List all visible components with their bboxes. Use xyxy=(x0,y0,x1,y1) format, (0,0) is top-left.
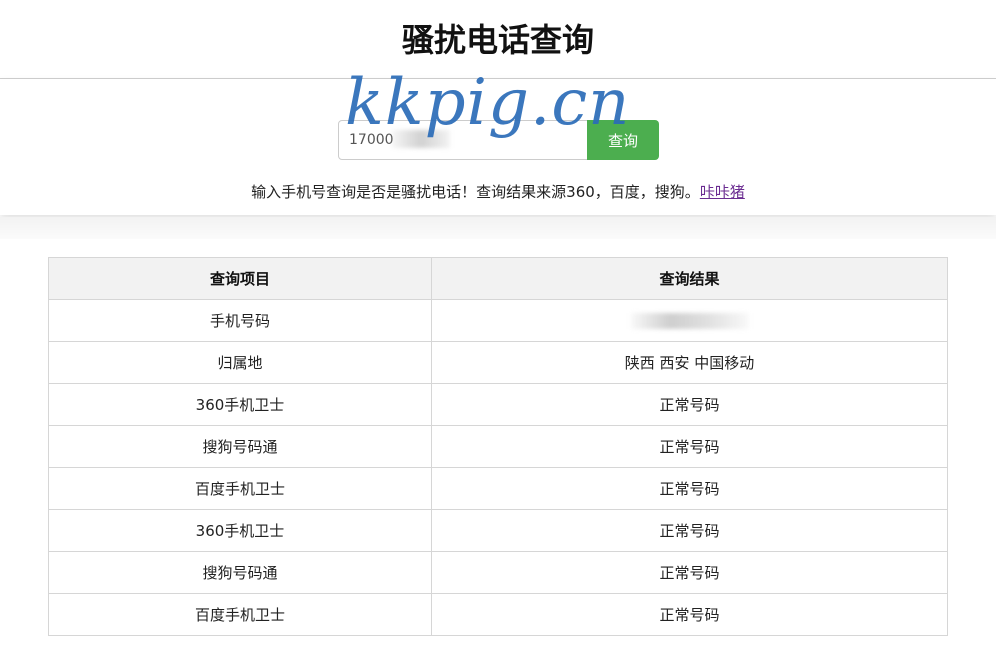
table-row: 百度手机卫士 正常号码 xyxy=(48,467,948,510)
hint-link[interactable]: 咔咔猪 xyxy=(700,183,745,201)
table-row: 360手机卫士 正常号码 xyxy=(48,383,948,426)
header-result: 查询结果 xyxy=(431,257,948,300)
row-result: 陕西 西安 中国移动 xyxy=(431,341,948,384)
section-gap xyxy=(0,217,996,239)
hint-text: 输入手机号查询是否是骚扰电话！查询结果来源360，百度，搜狗。咔咔猪 xyxy=(0,182,996,202)
row-result: 正常号码 xyxy=(431,467,948,510)
row-item: 百度手机卫士 xyxy=(48,467,432,510)
row-item: 360手机卫士 xyxy=(48,509,432,552)
page-title: 骚扰电话查询 xyxy=(401,21,594,59)
redacted-phone-blur xyxy=(630,313,749,329)
row-result xyxy=(431,299,948,342)
row-item: 归属地 xyxy=(48,341,432,384)
search-button[interactable]: 查询 xyxy=(587,120,659,160)
table-row: 360手机卫士 正常号码 xyxy=(48,509,948,552)
table-row: 百度手机卫士 正常号码 xyxy=(48,593,948,636)
table-row: 搜狗号码通 正常号码 xyxy=(48,425,948,468)
row-item: 搜狗号码通 xyxy=(48,551,432,594)
row-result: 正常号码 xyxy=(431,509,948,552)
redaction-blur xyxy=(392,130,450,148)
table-row: 手机号码 xyxy=(48,299,948,342)
table-header-row: 查询项目 查询结果 xyxy=(48,257,948,300)
row-item: 手机号码 xyxy=(48,299,432,342)
row-result: 正常号码 xyxy=(431,383,948,426)
result-table: 查询项目 查询结果 手机号码 归属地 陕西 西安 中国移动 360手机卫士 正常… xyxy=(48,257,948,636)
table-row: 归属地 陕西 西安 中国移动 xyxy=(48,341,948,384)
row-result: 正常号码 xyxy=(431,425,948,468)
row-item: 百度手机卫士 xyxy=(48,593,432,636)
row-item: 360手机卫士 xyxy=(48,383,432,426)
row-result: 正常号码 xyxy=(431,593,948,636)
row-result: 正常号码 xyxy=(431,551,948,594)
hint-label: 输入手机号查询是否是骚扰电话！查询结果来源360，百度，搜狗。 xyxy=(251,183,700,201)
row-item: 搜狗号码通 xyxy=(48,425,432,468)
phone-number-input[interactable] xyxy=(338,120,596,160)
table-row: 搜狗号码通 正常号码 xyxy=(48,551,948,594)
header-item: 查询项目 xyxy=(48,257,432,300)
